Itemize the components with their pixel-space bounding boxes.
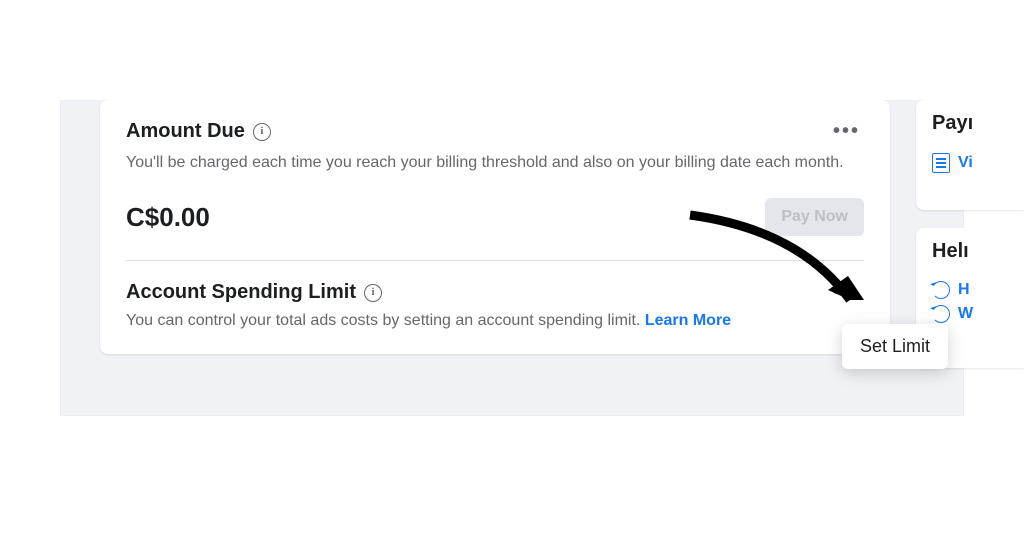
amount-due-title: Amount Due: [126, 120, 245, 143]
document-icon: [932, 153, 950, 173]
divider: [126, 260, 864, 261]
amount-due-description: You'll be charged each time you reach yo…: [126, 151, 846, 174]
help-title: Helı: [932, 240, 1008, 263]
amount-row: C$0.00 Pay Now: [126, 198, 864, 236]
help-link-2[interactable]: W: [932, 305, 1008, 323]
info-icon[interactable]: i: [253, 123, 271, 141]
help-link-1[interactable]: H: [932, 281, 1008, 299]
spending-limit-description: You can control your total ads costs by …: [126, 312, 864, 330]
amount-due-header: Amount Due i •••: [126, 118, 864, 145]
spending-limit-header: Account Spending Limit i •••: [126, 279, 864, 306]
amount-due-title-row: Amount Due i: [126, 120, 271, 143]
refresh-icon: [932, 281, 950, 299]
spending-limit-title-row: Account Spending Limit i: [126, 281, 382, 304]
more-icon[interactable]: •••: [829, 118, 864, 145]
more-icon[interactable]: •••: [829, 279, 864, 306]
pay-now-button[interactable]: Pay Now: [765, 198, 864, 236]
help-link-1-text: H: [958, 281, 970, 299]
info-icon[interactable]: i: [364, 284, 382, 302]
payment-methods-card: Payı Vi: [916, 100, 1024, 210]
billing-card: Amount Due i ••• You'll be charged each …: [100, 100, 890, 354]
help-link-2-text: W: [958, 305, 973, 323]
refresh-icon: [932, 305, 950, 323]
payment-methods-title: Payı: [932, 112, 1008, 135]
spending-limit-title: Account Spending Limit: [126, 281, 356, 304]
view-payments-link: Vi: [958, 154, 973, 172]
set-limit-menu-item[interactable]: Set Limit: [842, 324, 948, 369]
learn-more-link[interactable]: Learn More: [645, 312, 731, 329]
amount-due-value: C$0.00: [126, 202, 210, 233]
view-payments-link-row[interactable]: Vi: [932, 153, 1008, 173]
spending-limit-description-text: You can control your total ads costs by …: [126, 312, 645, 329]
